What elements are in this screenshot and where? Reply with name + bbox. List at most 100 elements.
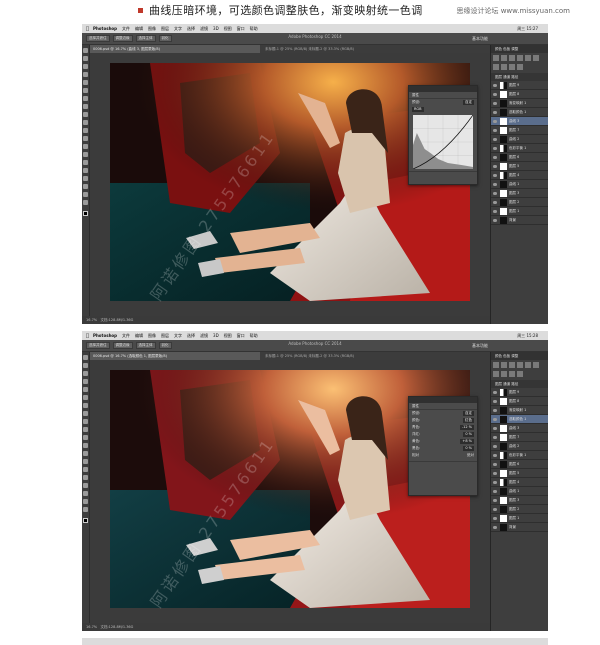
eye-icon[interactable] <box>493 128 497 132</box>
layer-row[interactable]: 曲线 1 <box>491 180 548 189</box>
hand-tool-icon[interactable] <box>83 192 88 197</box>
menu-window[interactable]: 窗口 <box>237 26 245 32</box>
hue-icon[interactable] <box>533 362 539 368</box>
quick-select-tool-icon[interactable] <box>83 379 88 384</box>
layer-row-selected[interactable]: 选取颜色 1 <box>491 415 548 424</box>
healing-tool-icon[interactable] <box>83 403 88 408</box>
zoom-tool-icon[interactable] <box>83 200 88 205</box>
dodge-tool-icon[interactable] <box>83 152 88 157</box>
eye-icon[interactable] <box>493 110 497 114</box>
slider-value[interactable]: 0 % <box>463 432 474 437</box>
layer-row[interactable]: 图层 9 <box>491 81 548 90</box>
layer-row[interactable]: 曲线 1 <box>491 487 548 496</box>
type-tool-icon[interactable] <box>83 475 88 480</box>
menu-filter[interactable]: 滤镜 <box>200 333 208 339</box>
move-tool-icon[interactable] <box>83 48 88 53</box>
option-button[interactable]: 选择并遮住 <box>86 35 110 42</box>
radio-absolute[interactable]: 绝对 <box>467 453 474 458</box>
menu-help[interactable]: 帮助 <box>250 26 258 32</box>
brightness-icon[interactable] <box>493 55 499 61</box>
preset-select[interactable]: 自定 <box>463 411 474 416</box>
eraser-tool-icon[interactable] <box>83 128 88 133</box>
marquee-tool-icon[interactable] <box>83 56 88 61</box>
type-tool-icon[interactable] <box>83 168 88 173</box>
brightness-icon[interactable] <box>493 362 499 368</box>
foreground-color-swatch[interactable] <box>83 518 88 523</box>
workspace-switcher[interactable]: 基本功能 <box>472 36 488 42</box>
document-tab-others[interactable]: 未标题-1 @ 25% (RGB/8) 未标题-2 @ 33.3% (RGB/8… <box>265 354 354 359</box>
curves-graph[interactable] <box>412 114 474 170</box>
menu-image[interactable]: 图像 <box>148 26 156 32</box>
layer-row[interactable]: 曲线 2 <box>491 135 548 144</box>
layer-row[interactable]: 图层 8 <box>491 90 548 99</box>
layer-row[interactable]: 图层 7 <box>491 126 548 135</box>
canvas-area[interactable]: 阿诺修图 275576611 属性 预设: 自定 颜色: 红色 青色: -12 … <box>90 360 490 623</box>
channel-mixer-icon[interactable] <box>517 64 523 70</box>
eye-icon[interactable] <box>493 119 497 123</box>
layer-row[interactable]: 渐变映射 1 <box>491 406 548 415</box>
layer-row[interactable]: 曲线 3 <box>491 424 548 433</box>
menu-edit[interactable]: 编辑 <box>135 26 143 32</box>
layer-row[interactable]: 背景 <box>491 216 548 225</box>
gradient-tool-icon[interactable] <box>83 136 88 141</box>
menu-type[interactable]: 文字 <box>174 333 182 339</box>
photo-filter-icon[interactable] <box>509 64 515 70</box>
eye-icon[interactable] <box>493 408 497 412</box>
pen-tool-icon[interactable] <box>83 467 88 472</box>
option-button[interactable]: 羽化 <box>158 35 172 42</box>
layers-panel-header[interactable]: 图层 通道 路径 <box>491 73 548 81</box>
path-select-icon[interactable] <box>83 176 88 181</box>
photo-filter-icon[interactable] <box>509 371 515 377</box>
eye-icon[interactable] <box>493 83 497 87</box>
eye-icon[interactable] <box>493 173 497 177</box>
layer-row[interactable]: 图层 8 <box>491 397 548 406</box>
color-balance-icon[interactable] <box>493 371 499 377</box>
menu-select[interactable]: 选择 <box>187 333 195 339</box>
bw-icon[interactable] <box>501 64 507 70</box>
vibrance-icon[interactable] <box>525 362 531 368</box>
document-tab-active[interactable]: 0006.psd @ 16.7% (选取颜色 1, 图层蒙版/8) <box>90 352 260 360</box>
menu-file[interactable]: 文件 <box>122 333 130 339</box>
channel-row[interactable]: RGB <box>409 106 477 113</box>
channel-mixer-icon[interactable] <box>517 371 523 377</box>
brush-tool-icon[interactable] <box>83 104 88 109</box>
colors-row[interactable]: 颜色: 红色 <box>409 417 477 424</box>
colors-select[interactable]: 红色 <box>463 418 474 423</box>
apple-icon[interactable]:  <box>86 333 89 339</box>
hue-icon[interactable] <box>533 55 539 61</box>
eye-icon[interactable] <box>493 498 497 502</box>
option-button[interactable]: 羽化 <box>158 342 172 349</box>
layers-panel-header[interactable]: 图层 通道 路径 <box>491 380 548 388</box>
eye-icon[interactable] <box>493 444 497 448</box>
option-button[interactable]: 选择主体 <box>135 35 156 42</box>
adjustments-panel-tabs[interactable]: 颜色 色板 调整 <box>491 352 548 360</box>
crop-tool-icon[interactable] <box>83 387 88 392</box>
slider-row-black[interactable]: 黑色: 0 % <box>409 445 477 452</box>
eye-icon[interactable] <box>493 453 497 457</box>
eye-icon[interactable] <box>493 489 497 493</box>
menu-view[interactable]: 视图 <box>224 26 232 32</box>
blur-tool-icon[interactable] <box>83 144 88 149</box>
option-button[interactable]: 调整边缘 <box>112 35 133 42</box>
slider-row-magenta[interactable]: 洋红: 0 % <box>409 431 477 438</box>
eye-icon[interactable] <box>493 218 497 222</box>
adjustments-panel-tabs[interactable]: 颜色 色板 调整 <box>491 45 548 53</box>
eye-icon[interactable] <box>493 164 497 168</box>
layer-row[interactable]: 色彩平衡 1 <box>491 144 548 153</box>
document-tab-others[interactable]: 未标题-1 @ 25% (RGB/8) 未标题-2 @ 33.3% (RGB/8… <box>265 47 354 52</box>
eye-icon[interactable] <box>493 480 497 484</box>
menu-file[interactable]: 文件 <box>122 26 130 32</box>
layer-row[interactable]: 图层 2 <box>491 505 548 514</box>
status-zoom[interactable]: 16.7% <box>86 318 97 322</box>
exposure-icon[interactable] <box>517 362 523 368</box>
option-button[interactable]: 选择并遮住 <box>86 342 110 349</box>
menu-layer[interactable]: 图层 <box>161 26 169 32</box>
layer-row[interactable]: 图层 1 <box>491 207 548 216</box>
levels-icon[interactable] <box>501 362 507 368</box>
marquee-tool-icon[interactable] <box>83 363 88 368</box>
menu-3d[interactable]: 3D <box>213 333 219 338</box>
app-name[interactable]: Photoshop <box>93 333 117 338</box>
move-tool-icon[interactable] <box>83 355 88 360</box>
eye-icon[interactable] <box>493 507 497 511</box>
vibrance-icon[interactable] <box>525 55 531 61</box>
